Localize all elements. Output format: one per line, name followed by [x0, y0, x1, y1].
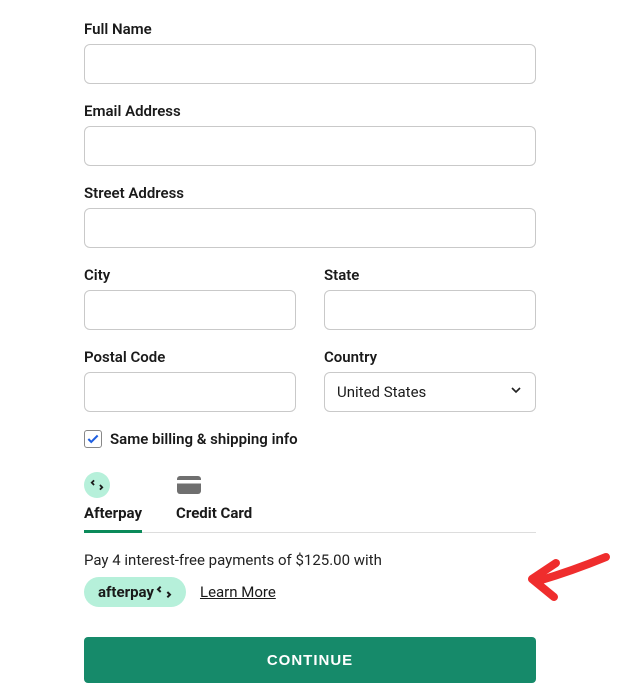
afterpay-message: Pay 4 interest-free payments of $125.00 …: [84, 551, 536, 569]
afterpay-badge: afterpay: [84, 577, 186, 607]
street-label: Street Address: [84, 184, 536, 202]
full-name-input[interactable]: [84, 44, 536, 84]
country-label: Country: [324, 348, 536, 366]
learn-more-link[interactable]: Learn More: [200, 583, 276, 601]
country-value: United States: [337, 383, 426, 401]
email-label: Email Address: [84, 102, 536, 120]
afterpay-badge-label: afterpay: [98, 583, 154, 601]
tab-credit-card[interactable]: Credit Card: [176, 472, 252, 532]
email-input[interactable]: [84, 126, 536, 166]
state-input[interactable]: [324, 290, 536, 330]
tab-afterpay[interactable]: Afterpay: [84, 472, 142, 532]
payment-tabs: Afterpay Credit Card: [84, 472, 536, 533]
same-billing-label: Same billing & shipping info: [110, 430, 298, 448]
street-input[interactable]: [84, 208, 536, 248]
check-icon: [86, 432, 100, 446]
afterpay-logo-icon: [156, 584, 172, 600]
credit-card-icon: [176, 472, 202, 498]
continue-button[interactable]: CONTINUE: [84, 637, 536, 683]
same-billing-checkbox[interactable]: [84, 430, 102, 448]
city-label: City: [84, 266, 296, 284]
postal-label: Postal Code: [84, 348, 296, 366]
state-label: State: [324, 266, 536, 284]
afterpay-icon: [84, 472, 110, 498]
full-name-label: Full Name: [84, 20, 536, 38]
tab-credit-label: Credit Card: [176, 504, 252, 522]
postal-input[interactable]: [84, 372, 296, 412]
tab-afterpay-label: Afterpay: [84, 504, 142, 522]
city-input[interactable]: [84, 290, 296, 330]
country-select[interactable]: United States: [324, 372, 536, 412]
